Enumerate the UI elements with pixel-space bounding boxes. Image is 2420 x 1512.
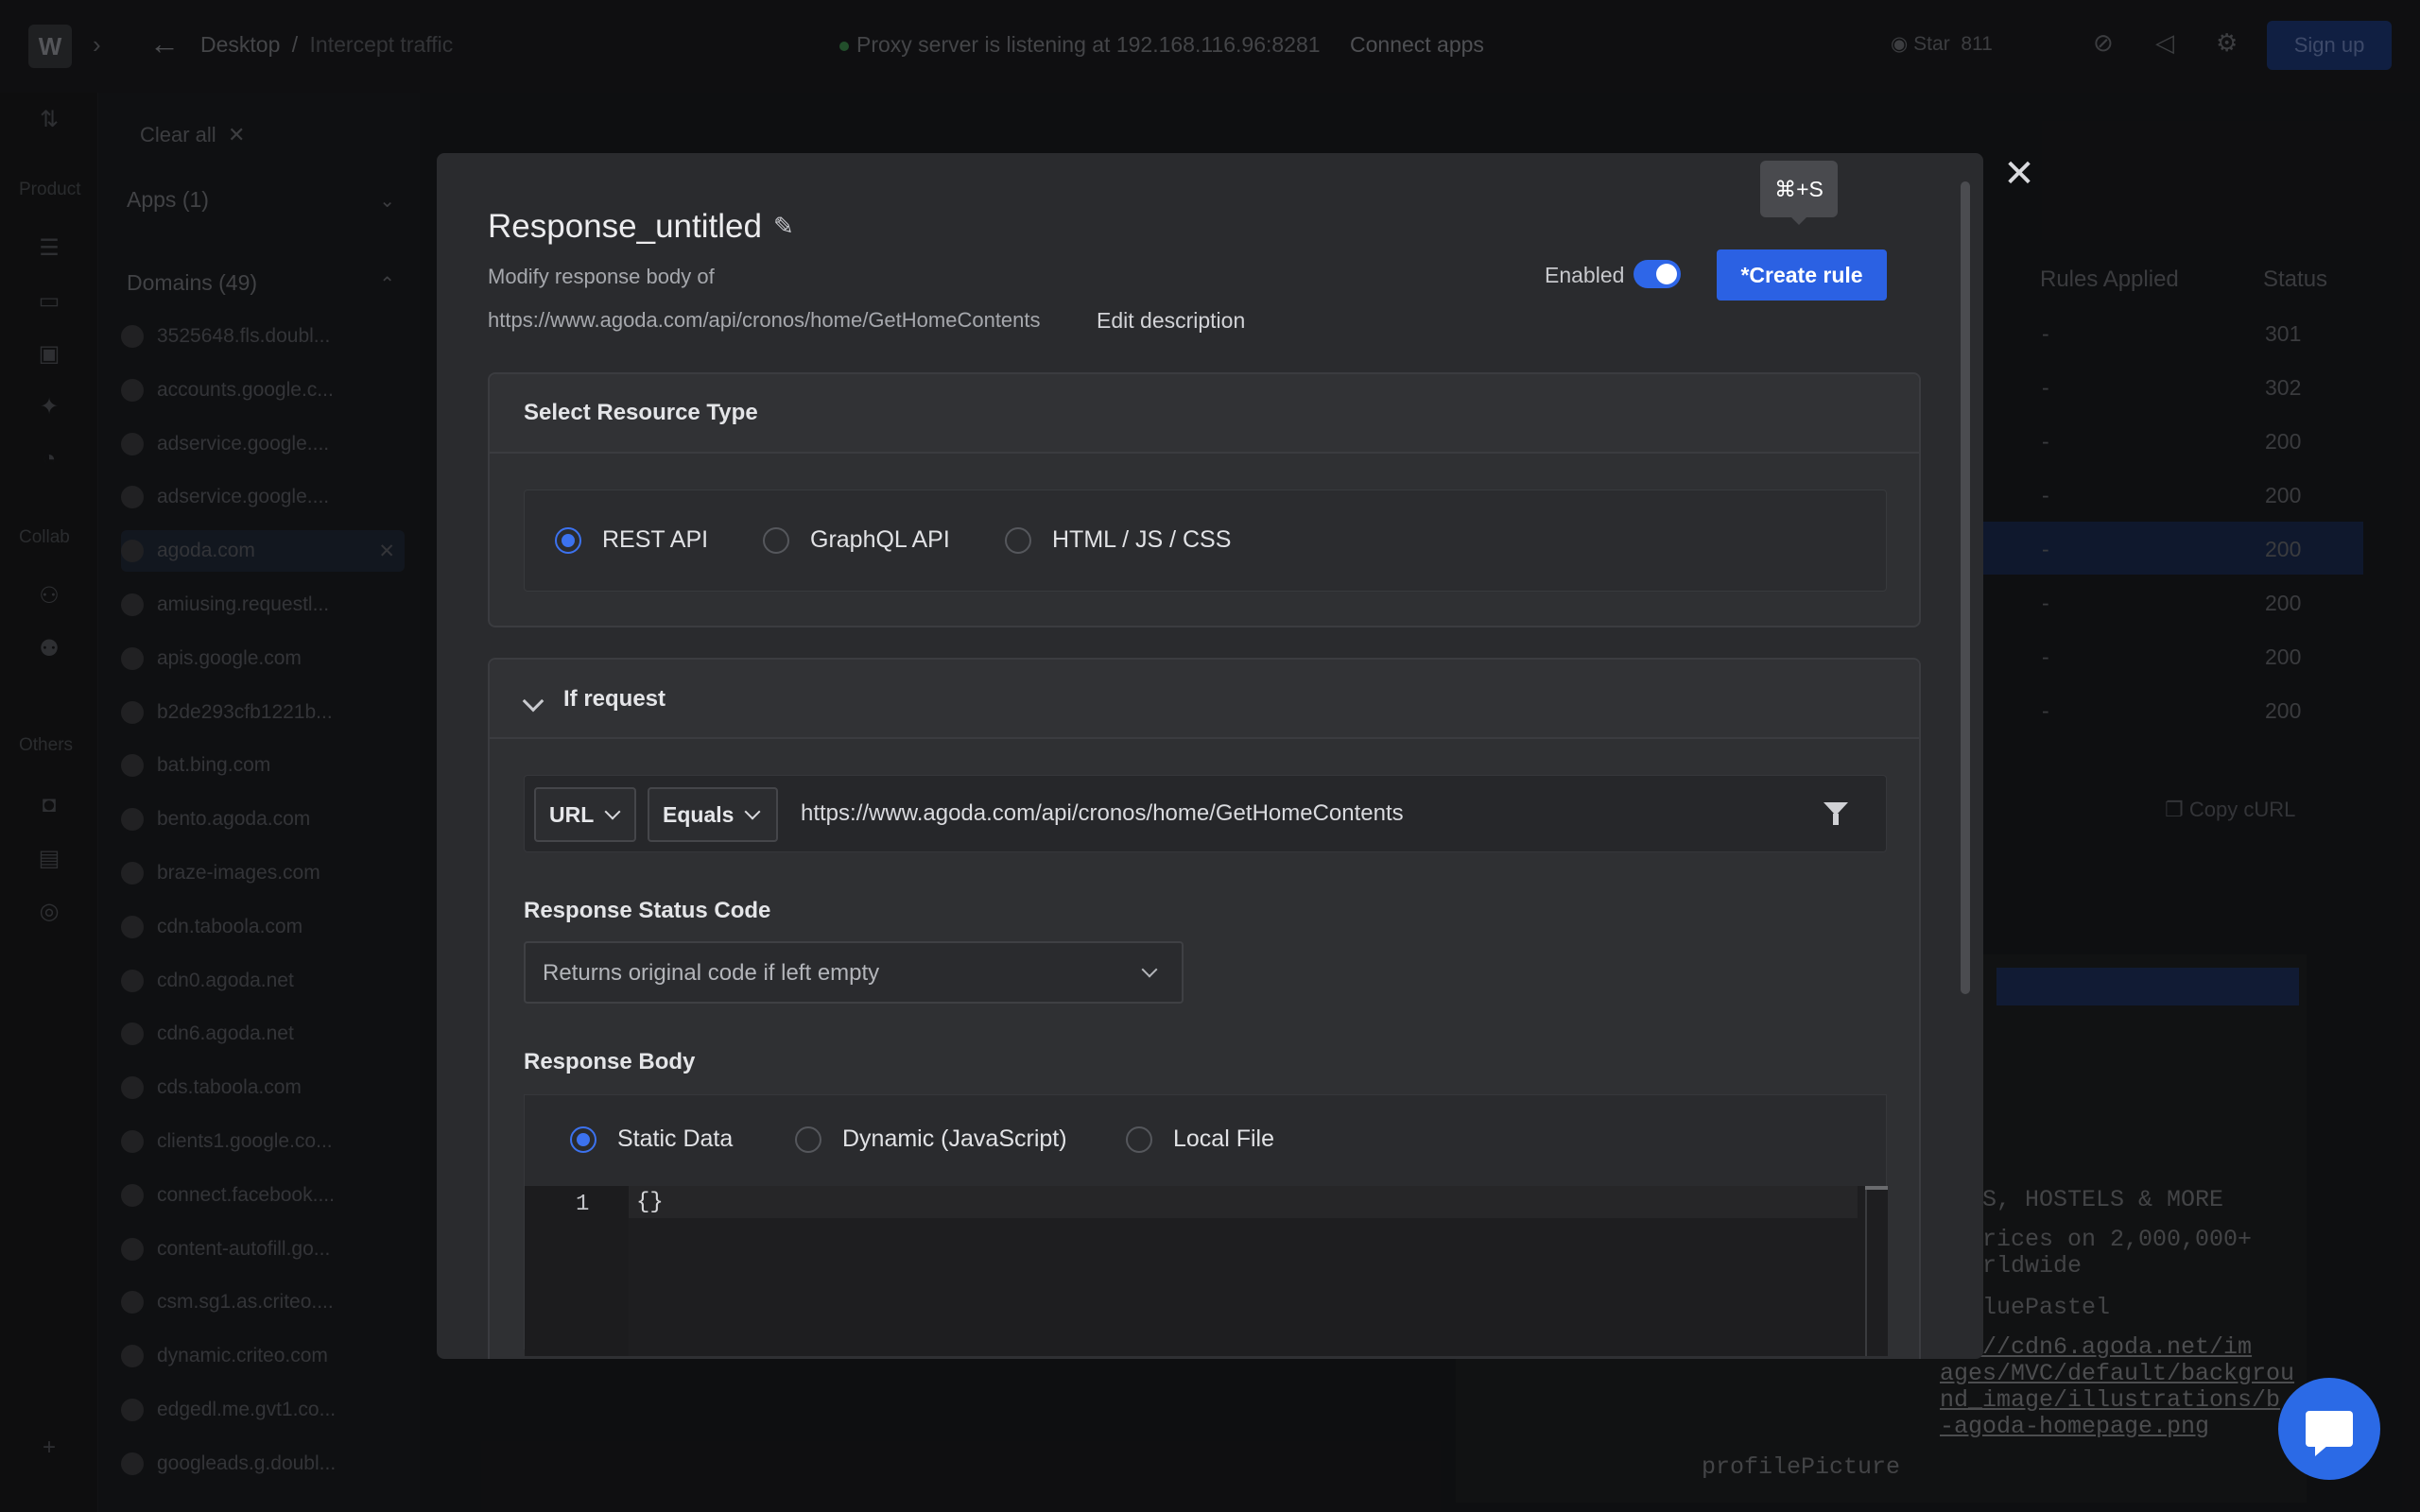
radio-circle	[795, 1125, 821, 1153]
operator-select[interactable]: Equals	[648, 787, 778, 842]
radio-label: GraphQL API	[810, 526, 950, 553]
radio-circle	[1126, 1125, 1152, 1153]
rule-subtitle: Modify response body of	[488, 265, 715, 288]
modal-scrollbar[interactable]	[1961, 181, 1970, 994]
resource-type-header: Select Resource Type	[490, 374, 1919, 454]
code-editor[interactable]: 1 {}	[525, 1186, 1888, 1356]
rule-title: Response_untitled	[488, 208, 762, 245]
radio-dynamic-js[interactable]: Dynamic (JavaScript)	[795, 1125, 1067, 1153]
radio-html-js-css[interactable]: HTML / JS / CSS	[1005, 526, 1231, 554]
filter-icon[interactable]	[1824, 802, 1848, 825]
rule-url: https://www.agoda.com/api/cronos/home/Ge…	[488, 308, 1041, 332]
radio-graphql-api[interactable]: GraphQL API	[763, 526, 950, 554]
chat-icon	[2306, 1411, 2353, 1456]
url-field-select[interactable]: URL	[534, 787, 636, 842]
radio-circle	[555, 526, 581, 554]
radio-label: HTML / JS / CSS	[1052, 526, 1232, 553]
radio-local-file[interactable]: Local File	[1126, 1125, 1274, 1153]
status-code-placeholder: Returns original code if left empty	[543, 960, 880, 986]
resource-type-panel: Select Resource Type REST API GraphQL AP…	[488, 372, 1921, 627]
edit-description-link[interactable]: Edit description	[1097, 308, 1245, 334]
url-field-label: URL	[549, 801, 595, 827]
response-body-label: Response Body	[524, 1049, 696, 1074]
chevron-down-icon	[604, 803, 621, 820]
editor-scrollbar[interactable]	[1865, 1186, 1867, 1356]
enabled-label: Enabled	[1545, 263, 1625, 287]
rule-editor-modal: Response_untitled ✎ Modify response body…	[437, 153, 1983, 1359]
response-body-box: Static Data Dynamic (JavaScript) Local F…	[524, 1094, 1888, 1356]
radio-rest-api[interactable]: REST API	[555, 526, 708, 554]
create-rule-button[interactable]: *Create rule	[1717, 249, 1887, 301]
chat-support-button[interactable]	[2278, 1378, 2380, 1480]
chevron-down-icon	[744, 803, 761, 820]
radio-circle	[570, 1125, 596, 1153]
toggle-knob	[1656, 264, 1677, 284]
if-request-header[interactable]: If request	[490, 660, 1919, 739]
code-content[interactable]: {}	[636, 1190, 664, 1215]
chevron-down-icon	[1141, 961, 1158, 978]
radio-label: REST API	[602, 526, 709, 553]
status-code-label: Response Status Code	[524, 898, 771, 923]
chevron-down-icon	[522, 690, 544, 713]
current-line-highlight	[629, 1186, 1858, 1218]
line-number: 1	[576, 1192, 590, 1217]
pencil-icon[interactable]: ✎	[773, 212, 794, 241]
status-code-dropdown[interactable]: Returns original code if left empty	[524, 941, 1184, 1004]
condition-url-input[interactable]: https://www.agoda.com/api/cronos/home/Ge…	[801, 800, 1404, 827]
editor-scroll-thumb[interactable]	[1865, 1186, 1888, 1190]
radio-label: Dynamic (JavaScript)	[842, 1125, 1067, 1152]
if-request-title: If request	[563, 686, 666, 712]
operator-label: Equals	[663, 801, 735, 827]
close-icon[interactable]: ✕	[2000, 155, 2038, 193]
radio-label: Static Data	[617, 1125, 734, 1152]
radio-label: Local File	[1173, 1125, 1274, 1152]
condition-row: URL Equals https://www.agoda.com/api/cro…	[524, 775, 1887, 852]
resource-type-options: REST API GraphQL API HTML / JS / CSS	[524, 490, 1887, 592]
enabled-toggle[interactable]	[1634, 260, 1681, 288]
shortcut-tooltip: ⌘+S	[1760, 161, 1838, 225]
radio-static-data[interactable]: Static Data	[570, 1125, 733, 1153]
if-request-panel: If request URL Equals https://www.agoda.…	[488, 658, 1921, 1359]
radio-circle	[1005, 526, 1031, 554]
radio-circle	[763, 526, 789, 554]
